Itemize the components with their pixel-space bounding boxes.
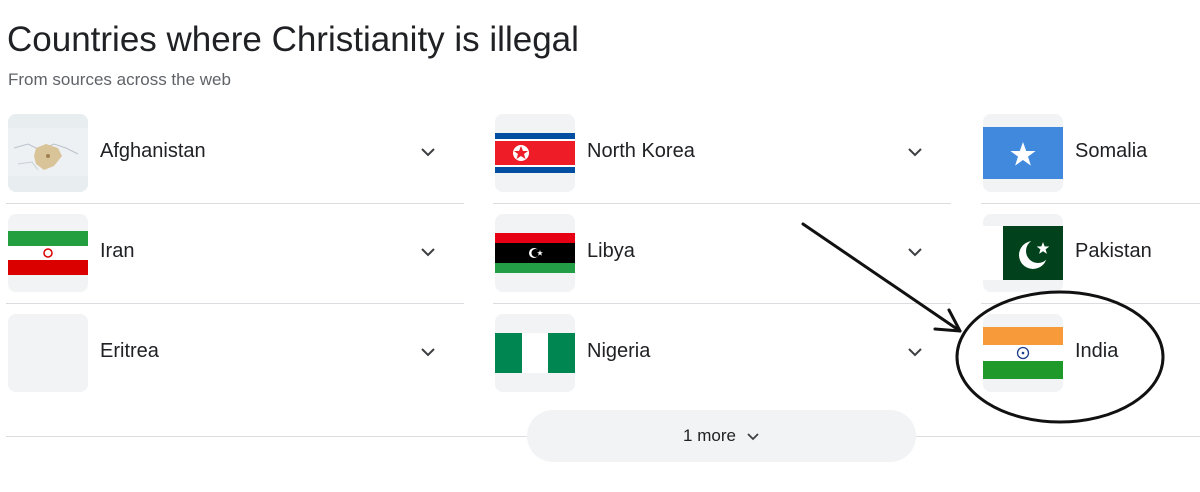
list-item-pakistan[interactable]: Pakistan — [981, 202, 1200, 302]
list-item-india[interactable]: India — [981, 302, 1200, 402]
chevron-down-icon[interactable] — [418, 142, 438, 162]
list-item-nigeria[interactable]: Nigeria — [493, 302, 951, 402]
india-flag — [983, 314, 1063, 392]
page-subtitle: From sources across the web — [8, 70, 231, 89]
blank-thumbnail — [8, 314, 88, 392]
list-item-somalia[interactable]: Somalia — [981, 102, 1200, 202]
list-item-label: India — [1075, 340, 1119, 362]
libya-flag — [495, 214, 575, 292]
page-title: Countries where Christianity is illegal — [7, 20, 579, 59]
chevron-down-icon[interactable] — [418, 342, 438, 362]
list-item-label: Iran — [100, 240, 135, 262]
chevron-down-icon — [747, 433, 759, 441]
list-item-label: Eritrea — [100, 340, 159, 362]
list-item-north-korea[interactable]: North Korea — [493, 102, 951, 202]
pakistan-flag — [983, 214, 1063, 292]
list-item-label: Somalia — [1075, 140, 1148, 162]
show-more-button[interactable]: 1 more — [527, 410, 916, 462]
list-item-label: Pakistan — [1075, 240, 1152, 262]
north-korea-flag — [495, 114, 575, 192]
list-item-iran[interactable]: Iran — [6, 202, 464, 302]
nigeria-flag — [495, 314, 575, 392]
list-item-label: North Korea — [587, 140, 695, 162]
list-item-afghanistan[interactable]: Afghanistan — [6, 102, 464, 202]
chevron-down-icon[interactable] — [418, 242, 438, 262]
list-item-eritrea[interactable]: Eritrea — [6, 302, 464, 402]
iran-flag — [8, 214, 88, 292]
somalia-flag — [983, 114, 1063, 192]
more-button-label: 1 more — [683, 426, 736, 445]
chevron-down-icon[interactable] — [905, 142, 925, 162]
afghanistan-map-thumbnail — [8, 114, 88, 192]
list-item-label: Nigeria — [587, 340, 651, 362]
chevron-down-icon[interactable] — [905, 342, 925, 362]
list-item-label: Afghanistan — [100, 140, 206, 162]
chevron-down-icon[interactable] — [905, 242, 925, 262]
list-item-libya[interactable]: Libya — [493, 202, 951, 302]
list-item-label: Libya — [587, 240, 635, 262]
